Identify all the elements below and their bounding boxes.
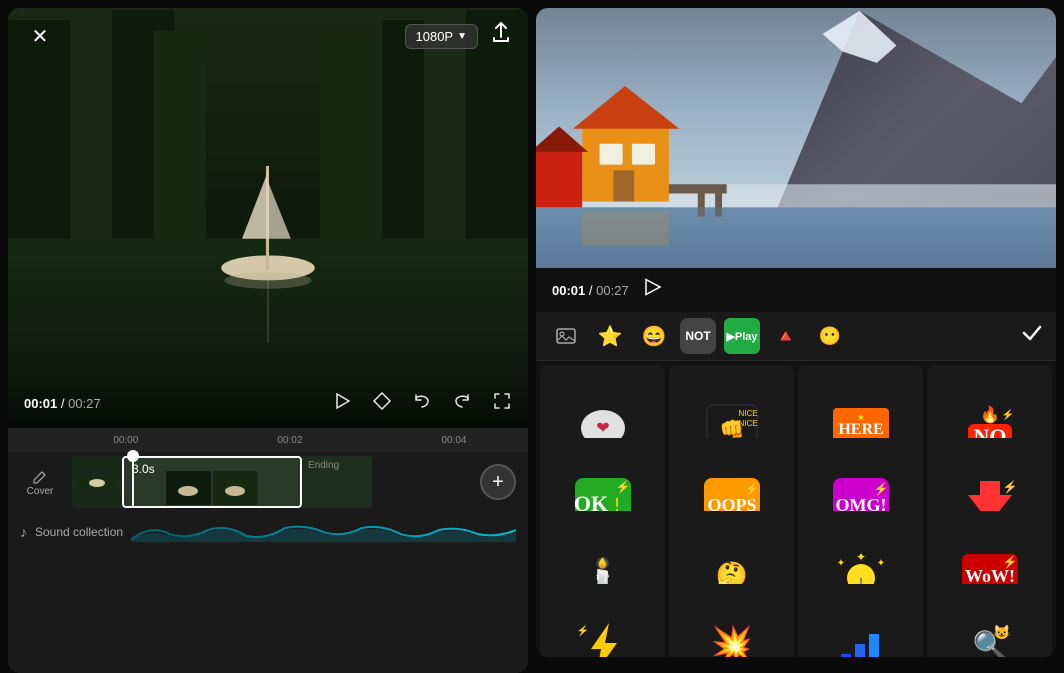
video-header: ✕ 1080P ▼ — [8, 8, 528, 64]
close-button[interactable]: ✕ — [24, 20, 56, 52]
toolbar-cone[interactable]: 🔺 — [768, 318, 804, 354]
svg-text:⚡: ⚡ — [1002, 480, 1017, 494]
mini-thumb-1 — [166, 471, 211, 505]
svg-text:WoW!: WoW! — [964, 566, 1014, 586]
toolbar-emoji[interactable]: 😄 — [636, 318, 672, 354]
svg-text:✦: ✦ — [836, 558, 844, 569]
preview-video — [536, 8, 1056, 268]
ruler-mark-0: 00:00 — [64, 435, 188, 446]
ending-label: Ending — [308, 460, 339, 471]
main-clip[interactable]: 3.0s — [122, 456, 302, 508]
svg-text:🔥: 🔥 — [980, 405, 1000, 424]
ruler-marks: 00:00 00:02 00:04 — [64, 435, 516, 446]
svg-text:NICE: NICE — [738, 419, 757, 428]
toolbar-star[interactable]: ⭐ — [592, 318, 628, 354]
resolution-button[interactable]: 1080P ▼ — [405, 24, 479, 49]
track-content: 3.0s — [72, 456, 520, 508]
fullscreen-button[interactable] — [492, 391, 512, 416]
sound-bar: ♪ Sound collection — [8, 516, 528, 548]
preview-play-button[interactable] — [641, 276, 663, 304]
forest-scene — [8, 8, 528, 428]
left-panel: ✕ 1080P ▼ 00:01 / 00:27 — [8, 8, 528, 673]
svg-text:❤: ❤ — [596, 420, 609, 437]
toolbar-image[interactable] — [548, 318, 584, 354]
time-display: 00:01 / 00:27 — [24, 396, 101, 411]
svg-text:HERE: HERE — [838, 421, 883, 438]
svg-text:★: ★ — [857, 413, 864, 422]
sticker-explosion[interactable]: 💥 — [669, 584, 794, 657]
sticker-lightning[interactable]: ⚡ — [540, 584, 665, 657]
toolbar-iplay[interactable]: ▶Play — [724, 318, 760, 354]
preview-time: 00:01 / 00:27 — [552, 283, 629, 298]
right-panel: 00:01 / 00:27 ⭐ 😄 NOT ▶Play 🔺 😶 — [536, 8, 1056, 657]
sticker-toolbar: ⭐ 😄 NOT ▶Play 🔺 😶 — [536, 312, 1056, 361]
sticker-chart-bars[interactable] — [798, 584, 923, 657]
sound-label: Sound collection — [35, 525, 123, 539]
header-right: 1080P ▼ — [405, 22, 513, 50]
undo-button[interactable] — [412, 391, 432, 416]
track-row: Cover 3.0s — [8, 452, 528, 512]
video-preview: ✕ 1080P ▼ 00:01 / 00:27 — [8, 8, 528, 428]
trim-button[interactable] — [372, 391, 392, 416]
svg-text:⚡: ⚡ — [576, 624, 588, 637]
export-button[interactable] — [490, 22, 512, 50]
play-button[interactable] — [332, 391, 352, 416]
svg-text:⚡: ⚡ — [1001, 408, 1013, 421]
sticker-grid: ❤ 👊 NICE NICE HERE ★ 🔥 NO — [536, 361, 1056, 657]
clip-thumb-icon — [77, 462, 117, 502]
confirm-button[interactable] — [1020, 321, 1044, 351]
timeline-ruler: 00:00 00:02 00:04 — [8, 428, 528, 452]
svg-text:⚡: ⚡ — [1002, 555, 1017, 569]
ruler-mark-2: 00:04 — [392, 435, 516, 446]
sticker-search-cat[interactable]: 🔍 😺 — [927, 584, 1052, 657]
preview-scene-svg — [536, 8, 1056, 268]
svg-text:NICE: NICE — [738, 409, 757, 418]
redo-button[interactable] — [452, 391, 472, 416]
edit-icon — [32, 468, 48, 484]
toolbar-face[interactable]: 😶 — [812, 318, 848, 354]
ruler-mark-1: 00:02 — [228, 435, 352, 446]
cover-label: Cover — [27, 486, 54, 497]
timeline-area: 00:00 00:02 00:04 Cover — [8, 428, 528, 673]
svg-text:⚡: ⚡ — [873, 482, 888, 496]
playback-controls — [332, 391, 512, 416]
svg-text:⚡: ⚡ — [744, 482, 759, 496]
clip-ending: Ending — [302, 456, 372, 508]
toolbar-not[interactable]: NOT — [680, 318, 716, 354]
waveform-svg — [131, 522, 516, 542]
svg-text:✦: ✦ — [855, 550, 865, 564]
svg-text:✦: ✦ — [876, 558, 884, 569]
sound-waveform — [131, 522, 516, 542]
svg-text:💥: 💥 — [710, 624, 752, 657]
video-controls: 00:01 / 00:27 — [8, 379, 528, 428]
mini-thumb-2 — [213, 471, 258, 505]
clip-duration: 3.0s — [132, 462, 155, 476]
svg-text:😺: 😺 — [993, 624, 1011, 640]
svg-text:⚡: ⚡ — [615, 480, 630, 494]
clip-before — [72, 456, 122, 508]
sound-icon: ♪ — [20, 524, 27, 540]
playhead[interactable] — [132, 456, 134, 508]
add-clip-button[interactable]: + — [480, 464, 516, 500]
preview-controls: 00:01 / 00:27 — [536, 268, 1056, 312]
